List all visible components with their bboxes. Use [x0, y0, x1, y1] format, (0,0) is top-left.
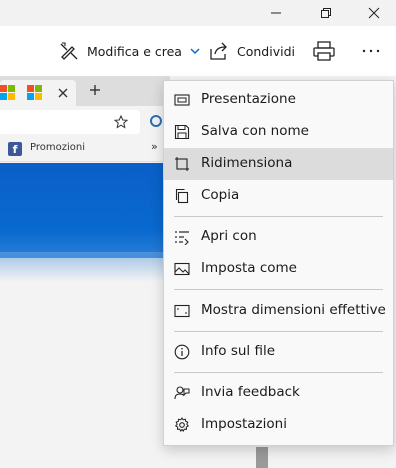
menu-item-send-feedback[interactable]: Invia feedback — [164, 377, 393, 409]
menu-item-label: Copia — [201, 187, 240, 203]
chevron-down-icon — [190, 48, 200, 55]
menu-item-settings[interactable]: Impostazioni — [164, 409, 393, 441]
extension-icon — [150, 115, 162, 127]
context-menu: Presentazione Salva con nome Ridimension… — [163, 80, 394, 446]
microsoft-logo-icon — [0, 85, 15, 100]
menu-item-set-as[interactable]: Imposta come — [164, 253, 393, 285]
menu-item-save-as[interactable]: Salva con nome — [164, 116, 393, 148]
bg-tab — [0, 80, 76, 106]
menu-item-label: Impostazioni — [201, 416, 287, 432]
bg-favorites-bar: f Promozioni » — [0, 136, 170, 162]
menu-item-file-info[interactable]: Info sul file — [164, 336, 393, 368]
microsoft-logo-icon — [27, 85, 42, 100]
menu-item-label: Mostra dimensioni effettive — [201, 302, 386, 318]
actual-size-icon — [174, 304, 190, 318]
close-button[interactable] — [354, 0, 394, 26]
menu-item-label: Salva con nome — [201, 123, 309, 139]
more-options-icon — [362, 49, 380, 53]
menu-item-resize[interactable]: Ridimensiona — [164, 148, 393, 180]
minimize-icon — [271, 12, 281, 14]
resize-icon — [175, 157, 189, 171]
menu-item-label: Ridimensiona — [201, 155, 293, 171]
restore-button[interactable] — [306, 0, 346, 26]
set-as-icon — [174, 262, 190, 276]
menu-item-slideshow[interactable]: Presentazione — [164, 84, 393, 116]
edit-create-label: Modifica e crea — [87, 43, 182, 59]
menu-item-label: Apri con — [201, 228, 257, 244]
menu-separator — [174, 216, 383, 217]
share-label: Condividi — [237, 43, 295, 59]
printer-icon — [313, 41, 335, 61]
close-icon — [368, 7, 380, 19]
more-options-button[interactable] — [362, 26, 380, 76]
settings-icon — [174, 417, 190, 433]
bg-address-field — [0, 110, 140, 134]
info-icon — [174, 344, 190, 360]
facebook-icon: f — [8, 142, 22, 156]
menu-item-open-with[interactable]: Apri con — [164, 221, 393, 253]
share-button[interactable]: Condividi — [208, 26, 295, 76]
print-button[interactable] — [312, 26, 336, 76]
title-bar — [0, 0, 396, 26]
bg-banner-fade — [0, 252, 170, 282]
menu-item-copy[interactable]: Copia — [164, 180, 393, 212]
tab-close-icon — [58, 88, 68, 98]
edit-create-icon — [60, 42, 78, 60]
chevron-more-icon: » — [151, 140, 158, 153]
menu-item-label: Imposta come — [201, 260, 297, 276]
fav-label: Promozioni — [30, 142, 85, 153]
menu-item-label: Presentazione — [201, 91, 296, 107]
minimize-button[interactable] — [256, 0, 296, 26]
menu-item-label: Invia feedback — [201, 384, 300, 400]
open-with-icon — [175, 231, 189, 245]
feedback-icon — [174, 386, 190, 400]
menu-separator — [174, 372, 383, 373]
menu-separator — [174, 289, 383, 290]
photo-toolbar: Modifica e crea Condividi — [0, 26, 396, 76]
share-icon — [210, 42, 227, 60]
slideshow-icon — [174, 94, 190, 106]
restore-icon — [321, 8, 331, 18]
menu-separator — [174, 331, 383, 332]
bg-scroll-element — [256, 447, 268, 468]
menu-item-label: Info sul file — [201, 343, 276, 359]
bg-blue-banner — [0, 163, 170, 258]
edit-create-button[interactable]: Modifica e crea — [58, 26, 200, 76]
star-icon — [114, 115, 128, 129]
save-icon — [174, 124, 190, 140]
menu-item-actual-size[interactable]: Mostra dimensioni effettive — [164, 295, 393, 327]
new-tab-icon — [90, 85, 100, 95]
copy-icon — [175, 188, 189, 204]
